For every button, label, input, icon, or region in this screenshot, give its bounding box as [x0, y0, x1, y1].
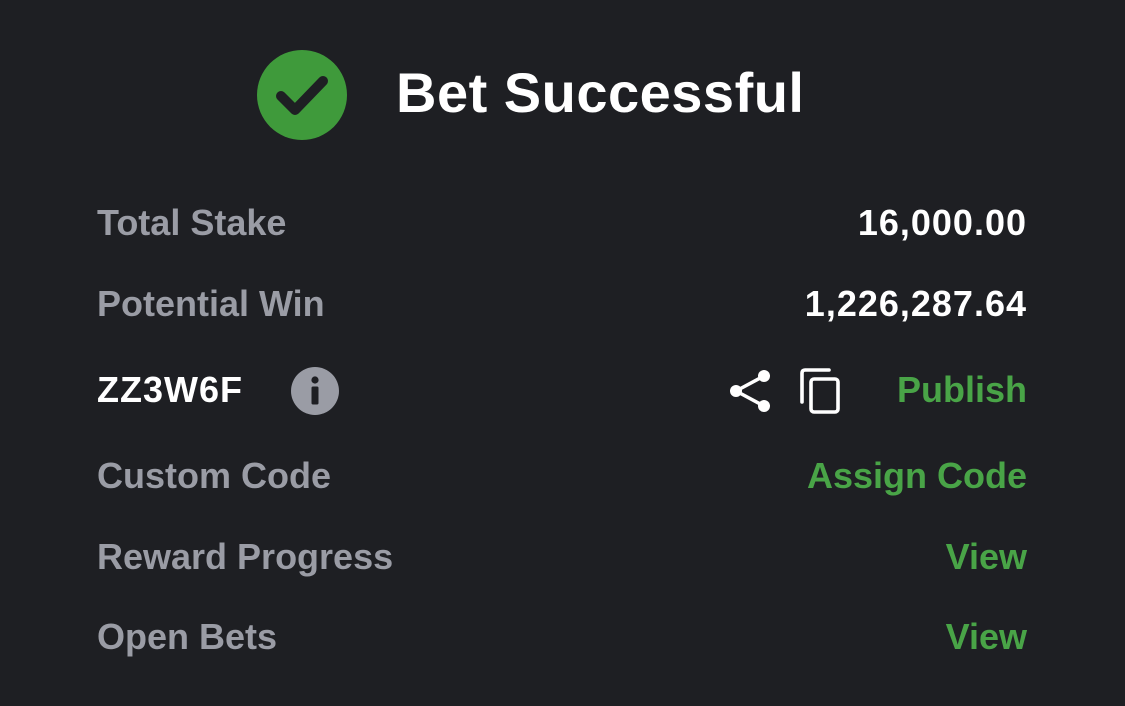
total-stake-label: Total Stake: [97, 202, 287, 243]
booking-code-row: ZZ3W6F Publish: [97, 360, 1027, 420]
total-stake-value: 16,000.00: [857, 202, 1027, 243]
publish-button[interactable]: Publish: [897, 360, 1027, 420]
assign-code-button[interactable]: Assign Code: [807, 446, 1027, 506]
success-header: Bet Successful: [0, 48, 1125, 140]
reward-progress-row: Reward Progress View: [97, 527, 1027, 587]
open-bets-row: Open Bets View: [97, 607, 1027, 667]
potential-win-value: 1,226,287.64: [804, 283, 1027, 324]
custom-code-row: Custom Code Assign Code: [97, 446, 1027, 506]
open-bets-label: Open Bets: [97, 616, 278, 657]
total-stake-row: Total Stake 16,000.00: [97, 193, 1027, 253]
info-icon[interactable]: [291, 367, 339, 415]
potential-win-label: Potential Win: [97, 283, 325, 324]
share-icon[interactable]: [727, 368, 773, 414]
potential-win-row: Potential Win 1,226,287.64: [97, 274, 1027, 334]
open-bets-view-button[interactable]: View: [946, 607, 1027, 667]
reward-progress-view-button[interactable]: View: [946, 527, 1027, 587]
copy-icon[interactable]: [799, 366, 843, 416]
reward-progress-label: Reward Progress: [97, 536, 394, 577]
custom-code-label: Custom Code: [97, 455, 331, 496]
page-title: Bet Successful: [396, 61, 805, 124]
check-circle-icon: [257, 50, 347, 140]
booking-code: ZZ3W6F: [97, 369, 243, 410]
